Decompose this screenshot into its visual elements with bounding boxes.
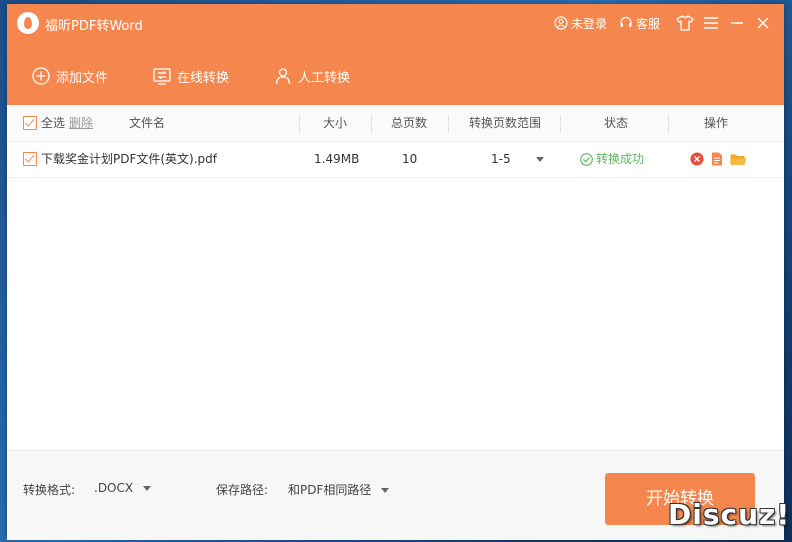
column-divider bbox=[668, 115, 669, 133]
page-count: 10 bbox=[402, 152, 418, 166]
chevron-down-icon bbox=[142, 486, 151, 491]
document-icon[interactable] bbox=[711, 152, 723, 166]
remove-icon[interactable] bbox=[690, 152, 704, 166]
page-range-select[interactable]: 1-5 bbox=[491, 141, 545, 177]
format-label: 转换格式: bbox=[23, 483, 76, 497]
person-icon bbox=[275, 68, 291, 85]
column-actions: 操作 bbox=[704, 116, 729, 130]
table-header: 全选 删除 文件名 大小 总页数 转换页数范围 状态 操作 bbox=[7, 105, 784, 142]
column-range: 转换页数范围 bbox=[469, 116, 542, 130]
add-file-button[interactable]: 添加文件 bbox=[32, 67, 108, 86]
row-checkbox[interactable] bbox=[23, 152, 37, 166]
menu-button[interactable] bbox=[698, 10, 724, 36]
column-filename: 文件名 bbox=[129, 116, 166, 130]
minimize-icon bbox=[731, 22, 743, 24]
menu-icon bbox=[704, 17, 718, 29]
app-logo-icon bbox=[17, 12, 39, 34]
chevron-down-icon bbox=[536, 157, 545, 162]
app-window: 福昕PDF转Word 未登录 客服 添加文件 在线转换 人工转换 全选 删除 文… bbox=[7, 4, 784, 540]
column-pages: 总页数 bbox=[391, 116, 428, 130]
path-select[interactable]: 和PDF相同路径 bbox=[288, 481, 390, 498]
row-actions bbox=[690, 141, 747, 177]
manual-convert-label: 人工转换 bbox=[298, 70, 351, 86]
folder-icon[interactable] bbox=[730, 153, 747, 166]
file-size: 1.49MB bbox=[314, 152, 360, 166]
top-right-controls: 未登录 客服 bbox=[554, 4, 784, 42]
page-range-value: 1-5 bbox=[491, 152, 511, 166]
select-all-label: 全选 bbox=[41, 116, 66, 130]
add-file-label: 添加文件 bbox=[56, 70, 109, 86]
online-convert-label: 在线转换 bbox=[177, 70, 230, 86]
headset-icon bbox=[620, 16, 632, 27]
close-button[interactable] bbox=[750, 10, 776, 36]
column-status: 状态 bbox=[604, 116, 629, 130]
table-row[interactable]: 下载奖金计划PDF文件(英文).pdf 1.49MB 10 1-5 转换成功 bbox=[7, 141, 784, 178]
tshirt-icon bbox=[676, 15, 694, 31]
user-icon bbox=[554, 16, 568, 30]
online-convert-button[interactable]: 在线转换 bbox=[153, 67, 229, 86]
header: 福昕PDF转Word 未登录 客服 添加文件 在线转换 人工转换 bbox=[7, 4, 784, 105]
customer-service-button[interactable]: 客服 bbox=[619, 15, 660, 32]
path-label: 保存路径: bbox=[216, 483, 269, 497]
watermark: Discuz! bbox=[668, 498, 791, 531]
delete-link[interactable]: 删除 bbox=[69, 116, 93, 130]
skin-button[interactable] bbox=[672, 10, 698, 36]
close-icon bbox=[757, 17, 769, 29]
column-divider bbox=[299, 115, 300, 133]
minimize-button[interactable] bbox=[724, 10, 750, 36]
login-label: 未登录 bbox=[570, 16, 607, 31]
plus-circle-icon bbox=[32, 67, 50, 85]
select-all-checkbox[interactable] bbox=[23, 116, 37, 130]
convert-icon bbox=[153, 68, 171, 85]
check-circle-icon bbox=[580, 152, 593, 166]
column-size: 大小 bbox=[323, 116, 348, 130]
status-cell: 转换成功 bbox=[580, 141, 644, 177]
format-value: .DOCX bbox=[94, 481, 134, 495]
column-divider bbox=[448, 115, 449, 133]
app-title: 福昕PDF转Word bbox=[45, 19, 143, 34]
login-button[interactable]: 未登录 bbox=[554, 15, 607, 32]
file-name: 下载奖金计划PDF文件(英文).pdf bbox=[41, 152, 218, 166]
chevron-down-icon bbox=[381, 488, 390, 493]
path-value: 和PDF相同路径 bbox=[288, 483, 372, 497]
status-text: 转换成功 bbox=[596, 152, 645, 166]
format-select[interactable]: .DOCX bbox=[94, 481, 151, 495]
column-divider bbox=[560, 115, 561, 133]
column-divider bbox=[371, 115, 372, 133]
service-label: 客服 bbox=[635, 16, 660, 31]
manual-convert-button[interactable]: 人工转换 bbox=[274, 67, 350, 86]
toolbar: 添加文件 在线转换 人工转换 bbox=[7, 59, 370, 93]
